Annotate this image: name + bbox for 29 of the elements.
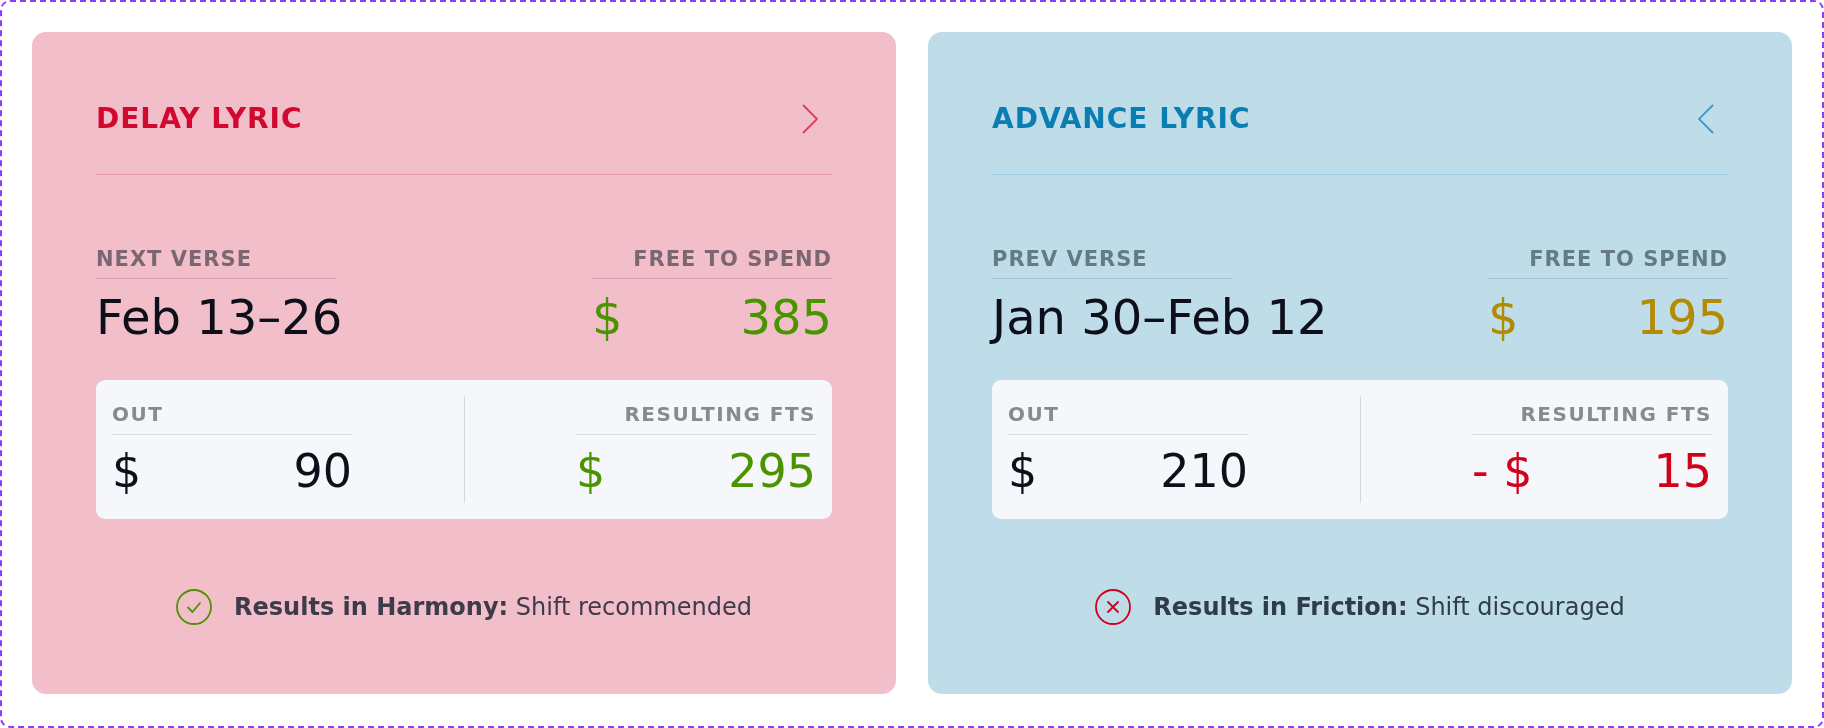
amount-value: 195 [1636, 289, 1728, 345]
amount-value: 90 [293, 445, 352, 497]
chevron-left-icon[interactable] [1698, 104, 1714, 134]
currency-sign: $ [1488, 289, 1519, 345]
currency-sign: - $ [1472, 445, 1533, 497]
field-label: FREE TO SPEND [633, 247, 832, 271]
status-message: Results in Harmony: Shift recommended [234, 592, 752, 623]
currency-sign: $ [112, 445, 142, 497]
field-label: RESULTING FTS [1520, 402, 1712, 426]
amount-value: 15 [1653, 445, 1712, 497]
chevron-right-icon[interactable] [802, 104, 818, 134]
field-label: OUT [112, 402, 164, 426]
field-label: NEXT VERSE [96, 247, 252, 271]
check-circle-icon [176, 589, 213, 625]
card-title: ADVANCE LYRIC [992, 101, 1251, 137]
amount-value: 295 [728, 445, 816, 497]
amount-value: 385 [740, 289, 832, 345]
card-title: DELAY LYRIC [96, 101, 303, 137]
currency-sign: $ [1008, 445, 1038, 497]
currency-sign: $ [576, 445, 606, 497]
date-range: Feb 13–26 [96, 289, 343, 345]
status-message: Results in Friction: Shift discouraged [1153, 592, 1625, 623]
field-label: FREE TO SPEND [1529, 247, 1728, 271]
amount-value: 210 [1160, 445, 1248, 497]
x-circle-icon [1095, 589, 1132, 625]
currency-sign: $ [592, 289, 623, 345]
field-label: RESULTING FTS [624, 402, 816, 426]
field-label: OUT [1008, 402, 1060, 426]
field-label: PREV VERSE [992, 247, 1148, 271]
